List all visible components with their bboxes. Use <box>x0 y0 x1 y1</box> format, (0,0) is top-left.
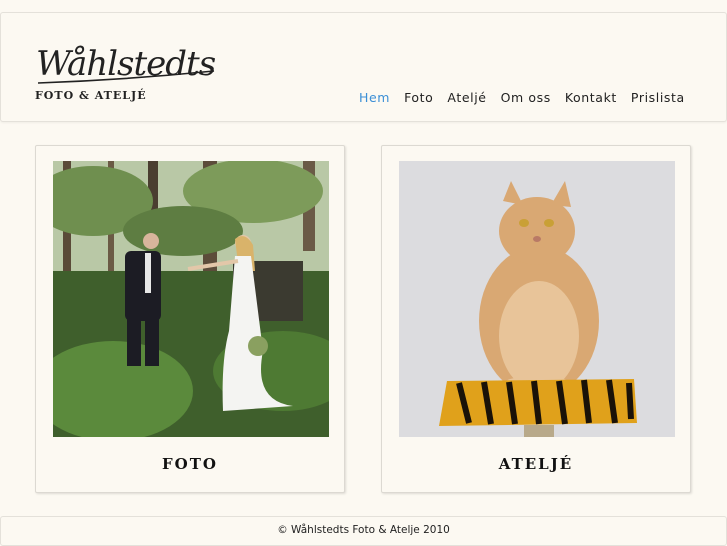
cat-photo[interactable] <box>399 161 675 437</box>
logo-subtitle: FOTO & ATELJÉ <box>35 89 147 102</box>
nav-item-om-oss[interactable]: Om oss <box>501 90 551 105</box>
nav-item-atelje[interactable]: Ateljé <box>447 90 486 105</box>
wedding-photo[interactable] <box>53 161 329 437</box>
foto-card[interactable]: FOTO <box>35 145 345 493</box>
atelje-label[interactable]: ATELJÉ <box>382 455 690 473</box>
footer-copyright: © Wåhlstedts Foto & Atelje 2010 <box>277 524 450 536</box>
nav-item-foto[interactable]: Foto <box>404 90 433 105</box>
foto-label[interactable]: FOTO <box>36 455 344 473</box>
footer: © Wåhlstedts Foto & Atelje 2010 <box>0 516 727 546</box>
main-nav: Hem Foto Ateljé Om oss Kontakt Prislista <box>359 90 699 105</box>
logo[interactable]: Wåhlstedts FOTO & ATELJÉ <box>34 41 219 103</box>
nav-item-hem[interactable]: Hem <box>359 90 390 105</box>
atelje-card[interactable]: ATELJÉ <box>381 145 691 493</box>
nav-item-prislista[interactable]: Prislista <box>631 90 685 105</box>
nav-item-kontakt[interactable]: Kontakt <box>565 90 617 105</box>
logo-script-graphic: Wåhlstedts <box>36 44 217 84</box>
header: Wåhlstedts FOTO & ATELJÉ Hem Foto Ateljé… <box>0 12 727 122</box>
